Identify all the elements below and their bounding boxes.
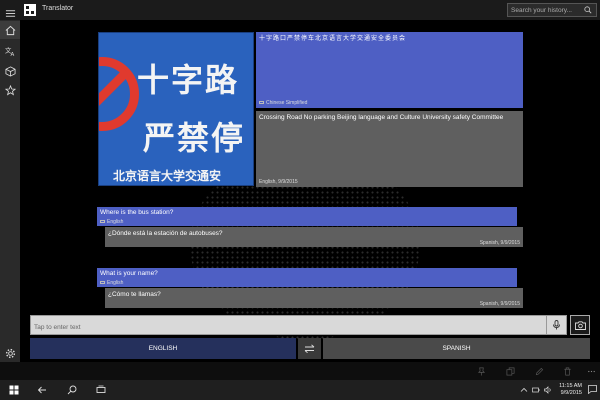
camera-icon bbox=[574, 320, 586, 330]
copy-icon bbox=[506, 367, 514, 375]
menu-icon bbox=[5, 9, 15, 17]
keyboard-icon bbox=[100, 281, 105, 285]
pin-button[interactable] bbox=[476, 366, 486, 376]
question-text: Where is the bus station? bbox=[100, 209, 174, 216]
action-center-icon[interactable] bbox=[588, 385, 597, 394]
system-clock[interactable]: 11:15 AM 9/9/2015 bbox=[556, 383, 582, 397]
more-options-button[interactable] bbox=[586, 366, 596, 376]
swap-arrows-icon bbox=[304, 344, 315, 353]
package-icon bbox=[5, 65, 15, 77]
original-language-label: Chinese Simplified bbox=[259, 100, 307, 106]
text-entry-input[interactable] bbox=[31, 318, 546, 337]
back-button[interactable] bbox=[36, 384, 48, 396]
swap-languages-button[interactable] bbox=[298, 338, 321, 359]
target-language-button[interactable]: SPANISH bbox=[323, 338, 590, 359]
text-entry-row bbox=[30, 315, 590, 337]
sidebar-item-favorites[interactable] bbox=[0, 81, 20, 99]
star-icon bbox=[4, 84, 16, 96]
language-selector-row: ENGLISH SPANISH bbox=[30, 338, 590, 359]
pin-icon bbox=[477, 367, 485, 376]
keyboard-icon bbox=[100, 220, 105, 224]
trash-icon bbox=[563, 367, 571, 375]
title-bar: Translator bbox=[0, 0, 600, 20]
sidebar-item-phrasebook[interactable] bbox=[0, 62, 20, 80]
sidebar: 文 A bbox=[0, 9, 20, 368]
original-text: 十字路口严禁停车北京语言大学交通安全委员会 bbox=[259, 35, 407, 42]
microphone-icon bbox=[553, 320, 560, 330]
sidebar-item-settings[interactable] bbox=[0, 344, 20, 362]
answer-text: ¿Dónde está la estación de autobuses? bbox=[108, 230, 223, 237]
battery-icon[interactable] bbox=[532, 386, 540, 394]
volume-icon[interactable] bbox=[544, 386, 552, 394]
image-translation-card[interactable]: Crossing Road No parking Beijing languag… bbox=[256, 111, 523, 187]
question-language: English bbox=[100, 280, 123, 286]
windows-logo-icon bbox=[9, 385, 19, 395]
history-search-input[interactable] bbox=[511, 5, 581, 15]
svg-text:A: A bbox=[10, 52, 14, 57]
microphone-button[interactable] bbox=[547, 315, 567, 335]
task-view-icon bbox=[96, 385, 106, 393]
task-view-button[interactable] bbox=[95, 384, 107, 396]
translate-icon: 文 A bbox=[5, 46, 15, 57]
question-language: English bbox=[100, 219, 123, 225]
clock-time: 11:15 AM bbox=[559, 383, 582, 389]
sign-text-line-1: 十字路 bbox=[137, 61, 240, 99]
windows-taskbar: 11:15 AM 9/9/2015 bbox=[0, 380, 600, 400]
translated-text: Crossing Road No parking Beijing languag… bbox=[259, 114, 504, 121]
start-button[interactable] bbox=[8, 384, 20, 396]
tray-up-arrow-icon[interactable] bbox=[520, 386, 528, 394]
translation-meta: English, 9/9/2015 bbox=[259, 179, 298, 185]
no-entry-sign-graphic bbox=[99, 57, 139, 131]
history-search-box[interactable] bbox=[507, 3, 597, 17]
conversation-question-card[interactable]: Where is the bus station? English bbox=[97, 207, 517, 226]
sidebar-item-home[interactable] bbox=[0, 21, 20, 39]
source-language-button[interactable]: ENGLISH bbox=[30, 338, 296, 359]
camera-button[interactable] bbox=[570, 315, 590, 335]
edit-button[interactable] bbox=[534, 366, 544, 376]
sign-text-line-3: 北京语言大学交通安 bbox=[113, 169, 222, 183]
home-icon bbox=[5, 25, 15, 35]
search-icon bbox=[67, 385, 77, 395]
image-original-text-card[interactable]: 十字路口严禁停车北京语言大学交通安全委员会 Chinese Simplified bbox=[256, 32, 523, 108]
app-title: Translator bbox=[42, 5, 74, 12]
taskbar-search-button[interactable] bbox=[66, 384, 78, 396]
answer-meta: Spanish, 9/9/2015 bbox=[479, 301, 520, 307]
text-entry-box[interactable] bbox=[30, 315, 547, 337]
clock-date: 9/9/2015 bbox=[560, 390, 582, 396]
sign-text-line-2: 严禁停 bbox=[143, 119, 246, 157]
conversation-question-card[interactable]: What is your name? English bbox=[97, 268, 517, 287]
copy-button[interactable] bbox=[505, 366, 515, 376]
hamburger-menu-button[interactable] bbox=[0, 4, 20, 22]
back-arrow-icon bbox=[37, 386, 46, 394]
settings-icon bbox=[5, 348, 15, 358]
delete-button[interactable] bbox=[562, 366, 572, 376]
keyboard-icon bbox=[259, 101, 264, 105]
search-icon[interactable] bbox=[584, 6, 592, 14]
pencil-icon bbox=[535, 367, 543, 375]
sidebar-item-translate[interactable]: 文 A bbox=[0, 42, 20, 60]
conversation-answer-card[interactable]: ¿Cómo te llamas? Spanish, 9/9/2015 bbox=[105, 288, 523, 308]
app-logo-icon bbox=[24, 4, 36, 16]
question-text: What is your name? bbox=[100, 270, 158, 277]
app-command-bar bbox=[0, 362, 600, 380]
captured-sign-photo[interactable]: 十字路 严禁停 北京语言大学交通安 bbox=[98, 32, 254, 186]
more-dots-icon bbox=[587, 370, 595, 372]
answer-meta: Spanish, 9/9/2015 bbox=[479, 240, 520, 246]
translation-history[interactable]: 十字路 严禁停 北京语言大学交通安 十字路口严禁停车北京语言大学交通安全委员会 … bbox=[20, 20, 600, 362]
conversation-answer-card[interactable]: ¿Dónde está la estación de autobuses? Sp… bbox=[105, 227, 523, 247]
answer-text: ¿Cómo te llamas? bbox=[108, 291, 161, 298]
